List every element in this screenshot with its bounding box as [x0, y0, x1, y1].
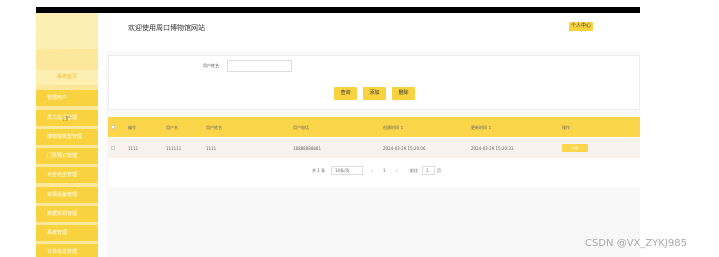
sidebar-item-home[interactable]: 系统首页	[36, 70, 98, 85]
sidebar-item-orders[interactable]: 订单信息管理	[36, 244, 98, 257]
pagination-total: 共 1 条	[312, 168, 326, 173]
sidebar-item-users[interactable]: 管理用户	[36, 90, 98, 106]
cell-updated: 2024-03-29 15:20:33	[471, 146, 514, 151]
column-header: 编号	[128, 125, 136, 130]
sidebar-user-text: — · —	[62, 53, 72, 57]
column-header: 用户电话	[293, 125, 309, 130]
detail-button[interactable]: 详情	[562, 144, 588, 152]
delete-button[interactable]: 删除	[392, 87, 415, 100]
cell-name: 1111	[206, 146, 217, 151]
page-size-select[interactable]: 10条/页	[331, 166, 363, 175]
sidebar-item-tickets[interactable]: 门票预订管理	[36, 148, 98, 164]
cell-username: 111111	[166, 146, 182, 151]
sidebar-item-equipment[interactable]: 资源设备管理	[36, 187, 98, 203]
table-row	[108, 138, 640, 158]
sidebar-item-museum-types[interactable]: 博物馆类型管理	[36, 129, 98, 145]
sidebar-item-data-resources[interactable]: 数据资源管理	[36, 206, 98, 222]
table-header	[108, 117, 640, 137]
page-title: 欢迎使用周口博物馆网站	[128, 24, 205, 32]
sidebar: · — — · — 系统首页 管理用户 员工信息管理 博物馆类型管理 门票预订管…	[36, 13, 98, 257]
sidebar-item-forum[interactable]: 论坐论坐管理	[36, 167, 98, 183]
column-header[interactable]: 创建时间 ↕	[383, 125, 404, 131]
select-all-checkbox[interactable]	[111, 125, 115, 129]
top-black-bar	[36, 7, 640, 13]
goto-label: 前往	[410, 168, 418, 173]
row-checkbox[interactable]	[111, 146, 115, 150]
sidebar-item-system[interactable]: 系统管理	[36, 225, 98, 241]
logo-text: · —	[46, 22, 51, 26]
column-header[interactable]: 更新时间 ↕	[471, 125, 492, 131]
personal-center-button[interactable]: 个人中心	[569, 22, 594, 31]
cell-id: 1111	[128, 146, 139, 151]
mouse-cursor-icon: ☞	[62, 114, 71, 125]
search-input[interactable]	[227, 60, 292, 72]
cell-created: 2024-03-29 15:20:06	[383, 146, 426, 151]
search-panel	[108, 55, 640, 110]
column-header: 用户姓名	[206, 125, 222, 130]
prev-page-icon[interactable]: ‹	[371, 168, 373, 173]
next-page-icon[interactable]: ›	[396, 168, 398, 173]
page-number[interactable]: 1	[383, 168, 386, 173]
search-label: 用户姓名	[203, 63, 219, 68]
logo-area: · —	[36, 13, 98, 49]
query-button[interactable]: 查询	[334, 87, 357, 100]
column-header: 用户名	[166, 125, 178, 130]
cell-phone: 18888888881	[293, 146, 321, 151]
column-header: 操作	[562, 125, 570, 130]
add-button[interactable]: 添加	[363, 87, 386, 100]
page-suffix: 页	[437, 168, 441, 173]
goto-page-input[interactable]: 1	[422, 166, 435, 175]
watermark: CSDN @VX_ZYKJ985	[585, 238, 687, 249]
